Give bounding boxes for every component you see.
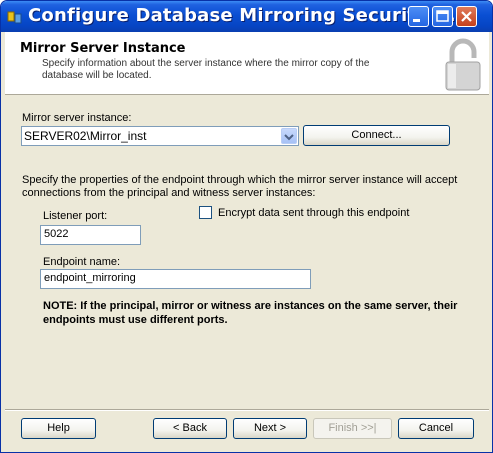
endpoint-description: Specify the properties of the endpoint t… xyxy=(22,174,458,199)
app-icon xyxy=(7,11,22,24)
chevron-down-icon[interactable] xyxy=(281,128,297,144)
cancel-button[interactable]: Cancel xyxy=(398,418,474,439)
page-description: Specify information about the server ins… xyxy=(42,58,370,81)
minimize-icon[interactable] xyxy=(408,6,429,27)
page-title: Mirror Server Instance xyxy=(20,41,186,56)
listener-port-input[interactable]: 5022 xyxy=(40,225,141,245)
mirror-instance-label: Mirror server instance: xyxy=(22,112,132,124)
mirror-instance-dropdown[interactable]: SERVER02\Mirror_inst xyxy=(21,126,299,146)
encrypt-label[interactable]: Encrypt data sent through this endpoint xyxy=(218,207,409,219)
endpoint-name-label: Endpoint name: xyxy=(43,256,121,268)
finish-button[interactable]: Finish >>| xyxy=(313,418,392,439)
encrypt-checkbox[interactable] xyxy=(199,206,212,219)
window-title: Configure Database Mirroring Security ..… xyxy=(28,5,456,26)
mirror-instance-value: SERVER02\Mirror_inst xyxy=(24,129,147,143)
title-bar[interactable]: Configure Database Mirroring Security ..… xyxy=(1,1,492,32)
close-icon[interactable] xyxy=(456,6,477,27)
padlock-icon xyxy=(445,38,481,91)
back-button[interactable]: < Back xyxy=(153,418,227,439)
connect-button[interactable]: Connect... xyxy=(303,125,450,146)
footer-divider xyxy=(5,409,489,411)
maximize-icon[interactable] xyxy=(432,6,453,27)
endpoint-name-input[interactable]: endpoint_mirroring xyxy=(40,269,311,289)
dialog-window: Configure Database Mirroring Security ..… xyxy=(0,0,493,453)
help-button[interactable]: Help xyxy=(21,418,96,439)
wizard-header: Mirror Server Instance Specify informati… xyxy=(5,32,489,95)
listener-port-label: Listener port: xyxy=(43,210,108,222)
next-button[interactable]: Next > xyxy=(233,418,307,439)
ports-note: NOTE: If the principal, mirror or witnes… xyxy=(43,300,458,326)
